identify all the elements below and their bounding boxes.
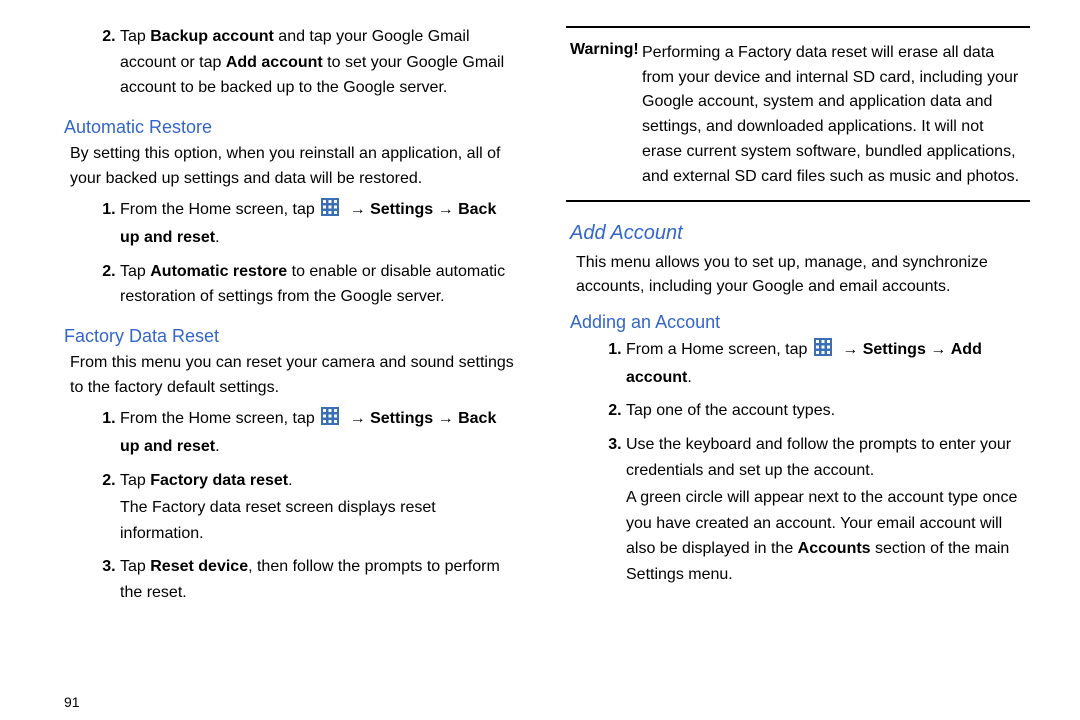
warning-label: Warning! xyxy=(570,41,639,58)
intro-text: This menu allows you to set up, manage, … xyxy=(576,251,1026,301)
intro-text: From this menu you can reset your camera… xyxy=(70,351,520,401)
warning-callout: Warning! Performing a Factory data reset… xyxy=(566,26,1030,202)
warning-body: Performing a Factory data reset will era… xyxy=(642,41,1026,190)
text: . xyxy=(215,229,219,246)
text: Tap xyxy=(120,558,150,575)
factory-reset-steps: From the Home screen, tap → Settings → B… xyxy=(60,406,524,613)
list-item: Tap Backup account and tap your Google G… xyxy=(120,24,524,101)
page-number: 91 xyxy=(64,686,524,710)
section-heading: Add Account xyxy=(570,222,1030,245)
text: Tap xyxy=(120,472,150,489)
list-item: Tap Factory data reset. The Factory data… xyxy=(120,468,524,547)
list-item: Tap Reset device, then follow the prompt… xyxy=(120,554,524,605)
text: From a Home screen, tap xyxy=(626,341,812,358)
text: . xyxy=(288,472,292,489)
subsection-heading: Factory Data Reset xyxy=(64,326,524,347)
bold-text: Add account xyxy=(226,54,323,71)
continued-steps: Tap Backup account and tap your Google G… xyxy=(60,24,524,109)
bold-text: Reset device xyxy=(150,558,248,575)
apps-grid-icon xyxy=(321,407,339,434)
text: . xyxy=(215,438,219,455)
list-item: From the Home screen, tap → Settings → B… xyxy=(120,197,524,250)
bold-text: Settings xyxy=(370,410,433,427)
intro-text: By setting this option, when you reinsta… xyxy=(70,142,520,192)
text: Tap xyxy=(120,263,150,280)
add-account-steps: From a Home screen, tap → Settings → Add… xyxy=(566,337,1030,595)
left-column: Tap Backup account and tap your Google G… xyxy=(60,22,524,710)
text: . xyxy=(687,369,691,386)
bold-text: Accounts xyxy=(798,540,871,557)
text: From the Home screen, tap xyxy=(120,201,319,218)
text: Use the keyboard and follow the prompts … xyxy=(626,436,1011,479)
bold-text: Backup account xyxy=(150,28,274,45)
text: Tap one of the account types. xyxy=(626,402,835,419)
apps-grid-icon xyxy=(321,198,339,225)
apps-grid-icon xyxy=(814,338,832,365)
text: Tap xyxy=(120,28,150,45)
sub-text: The Factory data reset screen displays r… xyxy=(120,495,518,546)
bold-text: Factory data reset xyxy=(150,472,288,489)
auto-restore-steps: From the Home screen, tap → Settings → B… xyxy=(60,197,524,317)
list-item: Use the keyboard and follow the prompts … xyxy=(626,432,1030,588)
list-item: From the Home screen, tap → Settings → B… xyxy=(120,406,524,459)
subsection-heading: Automatic Restore xyxy=(64,117,524,138)
bold-text: Settings xyxy=(863,341,926,358)
subsection-heading: Adding an Account xyxy=(570,312,1030,333)
text: From the Home screen, tap xyxy=(120,410,319,427)
list-item: Tap one of the account types. xyxy=(626,398,1030,424)
list-item: Tap Automatic restore to enable or disab… xyxy=(120,259,524,310)
right-column: Warning! Performing a Factory data reset… xyxy=(566,22,1030,710)
manual-page: Tap Backup account and tap your Google G… xyxy=(0,0,1080,720)
sub-text: A green circle will appear next to the a… xyxy=(626,485,1024,587)
list-item: From a Home screen, tap → Settings → Add… xyxy=(626,337,1030,390)
bold-text: Settings xyxy=(370,201,433,218)
bold-text: Automatic restore xyxy=(150,263,287,280)
